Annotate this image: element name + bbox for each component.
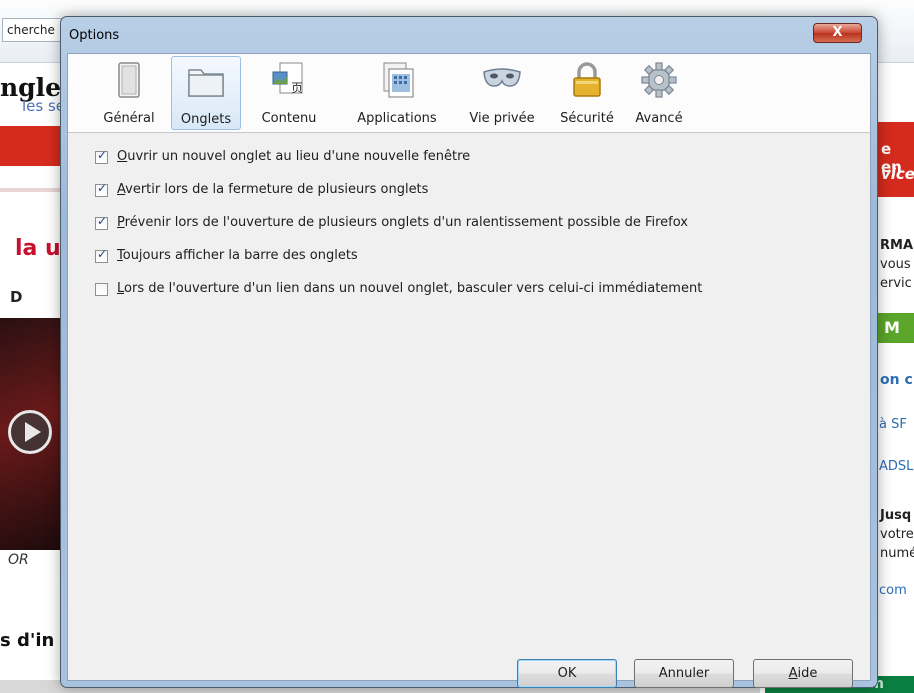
pane-applications[interactable]: Applications	[347, 56, 447, 130]
pane-label: Onglets	[180, 112, 232, 127]
background-right-link[interactable]: à SF	[879, 417, 907, 432]
option-label[interactable]: Avertir lors de la fermeture de plusieur…	[117, 182, 428, 197]
background-right-link[interactable]: com	[879, 583, 907, 598]
background-search-field[interactable]: cherche	[2, 18, 68, 42]
background-green-button[interactable]: M	[876, 313, 914, 343]
accel-key: P	[117, 215, 125, 230]
pane-label: Applications	[357, 111, 437, 126]
accel-key: A	[788, 666, 798, 681]
background-right-banner-line2: vices	[881, 165, 914, 183]
option-label[interactable]: Lors de l'ouverture d'un lien dans un no…	[117, 281, 702, 296]
background-right-link[interactable]: ADSL	[879, 459, 913, 474]
background-right-line: numé	[880, 546, 914, 561]
cancel-button[interactable]: Annuler	[634, 659, 734, 688]
option-label[interactable]: Prévenir lors de l'ouverture de plusieur…	[117, 215, 688, 230]
privacy-mask-icon	[483, 68, 521, 87]
pane-label: Contenu	[261, 111, 317, 126]
label-text: vertir lors de la fermeture de plusieurs…	[125, 182, 429, 197]
button-text: ide	[797, 666, 818, 681]
label-text: révenir lors de l'ouverture de plusieurs…	[124, 215, 688, 230]
background-bottom-heading: s d'in	[0, 630, 55, 651]
pane-advanced[interactable]: Avancé	[627, 56, 691, 130]
pane-content[interactable]: 页 Contenu	[249, 56, 329, 130]
background-divider	[0, 188, 62, 192]
checkbox[interactable]	[95, 283, 108, 296]
close-button[interactable]: X	[813, 23, 862, 43]
accel-key: A	[117, 182, 126, 197]
checkbox[interactable]	[95, 247, 108, 263]
checkbox[interactable]	[95, 148, 108, 164]
svg-text:页: 页	[291, 81, 303, 95]
advanced-gear-icon	[641, 62, 677, 98]
label-text: ors de l'ouverture d'un lien dans un nou…	[124, 281, 703, 296]
accel-key: L	[117, 281, 125, 296]
background-right-line: vous	[880, 257, 911, 272]
background-red-banner	[0, 126, 62, 166]
background-right-line: ervic	[880, 276, 912, 291]
pane-tabs[interactable]: Onglets	[171, 56, 241, 130]
pane-security[interactable]: Sécurité	[553, 56, 621, 130]
option-switch-to-new-tab[interactable]: Lors de l'ouverture d'un lien dans un no…	[95, 281, 702, 314]
checkbox[interactable]	[95, 214, 108, 230]
checkbox[interactable]	[95, 181, 108, 197]
background-right-line: Jusq	[880, 508, 912, 523]
option-open-tab-instead-of-window[interactable]: Ouvrir un nouvel onglet au lieu d'une no…	[95, 148, 702, 182]
pane-label: Vie privée	[469, 111, 535, 126]
background-subheading: D	[10, 288, 23, 306]
pane-general[interactable]: Général	[97, 56, 161, 130]
pane-label: Avancé	[635, 111, 683, 126]
pane-toolbar: Général Onglets 页 Contenu Applications V…	[68, 54, 870, 133]
pane-label: Sécurité	[560, 111, 614, 126]
option-warn-closing-tabs[interactable]: Avertir lors de la fermeture de plusieur…	[95, 181, 702, 215]
accel-key: O	[117, 149, 128, 164]
label-text: oujours afficher la barre des onglets	[122, 248, 358, 263]
help-button[interactable]: Aide	[753, 659, 853, 688]
general-switch-icon	[118, 62, 140, 98]
dialog-title: Options	[69, 28, 120, 43]
option-warn-slowdown[interactable]: Prévenir lors de l'ouverture de plusieur…	[95, 214, 702, 248]
options-dialog: Options X Général Onglets 页 Contenu Appl…	[60, 16, 878, 688]
content-page-icon: 页	[272, 62, 303, 95]
security-padlock-icon	[573, 62, 601, 97]
option-always-show-tab-bar[interactable]: Toujours afficher la barre des onglets	[95, 247, 702, 281]
background-right-line: RMA	[880, 238, 914, 253]
ok-button[interactable]: OK	[517, 659, 617, 688]
close-icon: X	[832, 25, 843, 40]
applications-icon	[383, 62, 414, 98]
tabs-folder-icon	[188, 69, 224, 97]
background-video-caption: OR	[8, 552, 29, 568]
option-label[interactable]: Toujours afficher la barre des onglets	[117, 248, 358, 263]
background-link[interactable]: les se	[22, 97, 65, 115]
label-text: uvrir un nouvel onglet au lieu d'une nou…	[127, 149, 471, 164]
option-label[interactable]: Ouvrir un nouvel onglet au lieu d'une no…	[117, 149, 470, 164]
dialog-client-area: Général Onglets 页 Contenu Applications V…	[67, 53, 871, 688]
pane-privacy[interactable]: Vie privée	[457, 56, 547, 130]
pane-label: Général	[103, 111, 155, 126]
play-icon[interactable]	[8, 410, 52, 454]
background-right-text-block: RMA vous ervic	[880, 236, 913, 293]
background-red-heading: la u	[15, 236, 61, 261]
background-right-text-block-2: Jusq votre numé	[880, 506, 914, 563]
background-right-bold-link[interactable]: on c	[880, 372, 913, 388]
tabs-options-list: Ouvrir un nouvel onglet au lieu d'une no…	[95, 148, 702, 314]
background-right-line: votre	[880, 527, 914, 542]
